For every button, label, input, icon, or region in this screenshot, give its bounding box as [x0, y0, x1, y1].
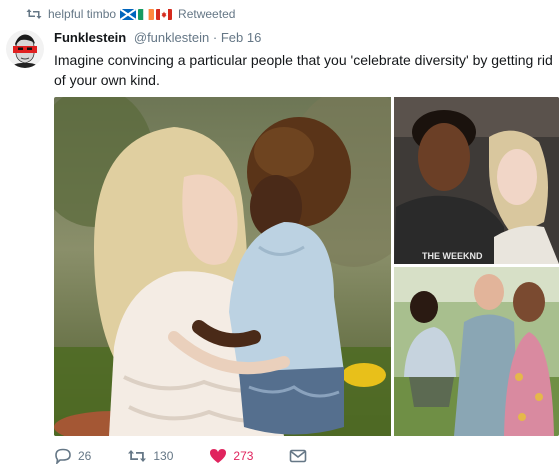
tweet-actions: 26 130 273: [54, 446, 349, 466]
top-right-photo[interactable]: THE WEEKND: [394, 97, 559, 264]
retweeted-label: Retweeted: [178, 7, 236, 21]
retweet-action-icon: [128, 450, 147, 462]
flag-emojis: [120, 8, 173, 20]
tweet-text: Imagine convincing a particular people t…: [54, 52, 553, 88]
scotland-flag-icon: [120, 8, 137, 20]
user-handle[interactable]: @funklestein: [134, 30, 209, 45]
display-name[interactable]: Funklestein: [54, 30, 126, 45]
header-separator: ·: [212, 30, 218, 45]
reply-count: 26: [78, 449, 92, 463]
avatar[interactable]: [6, 30, 44, 68]
media-grid: THE WEEKND: [54, 97, 559, 436]
envelope-icon: [290, 449, 307, 463]
ireland-flag-icon: [138, 8, 155, 20]
retweet-count: 130: [153, 449, 174, 463]
reply-icon: [55, 448, 71, 464]
canada-flag-icon: [156, 8, 173, 20]
main-photo[interactable]: [54, 97, 391, 436]
heart-icon: [210, 449, 227, 463]
tweet-header: Funklestein @funklestein · Feb 16: [54, 30, 261, 45]
reply-button[interactable]: 26: [54, 448, 91, 464]
tweet-date[interactable]: Feb 16: [221, 30, 261, 45]
message-button[interactable]: [289, 449, 313, 463]
retweet-icon: [26, 8, 42, 20]
retweet-button[interactable]: 130: [127, 449, 173, 463]
retweeter-name[interactable]: helpful timbo: [48, 7, 116, 21]
like-count: 273: [233, 449, 254, 463]
shirt-text: THE WEEKND: [422, 251, 483, 261]
retweet-context: helpful timbo Retweeted: [26, 6, 235, 22]
bottom-right-photo[interactable]: [394, 267, 559, 436]
like-button[interactable]: 273: [209, 448, 253, 464]
